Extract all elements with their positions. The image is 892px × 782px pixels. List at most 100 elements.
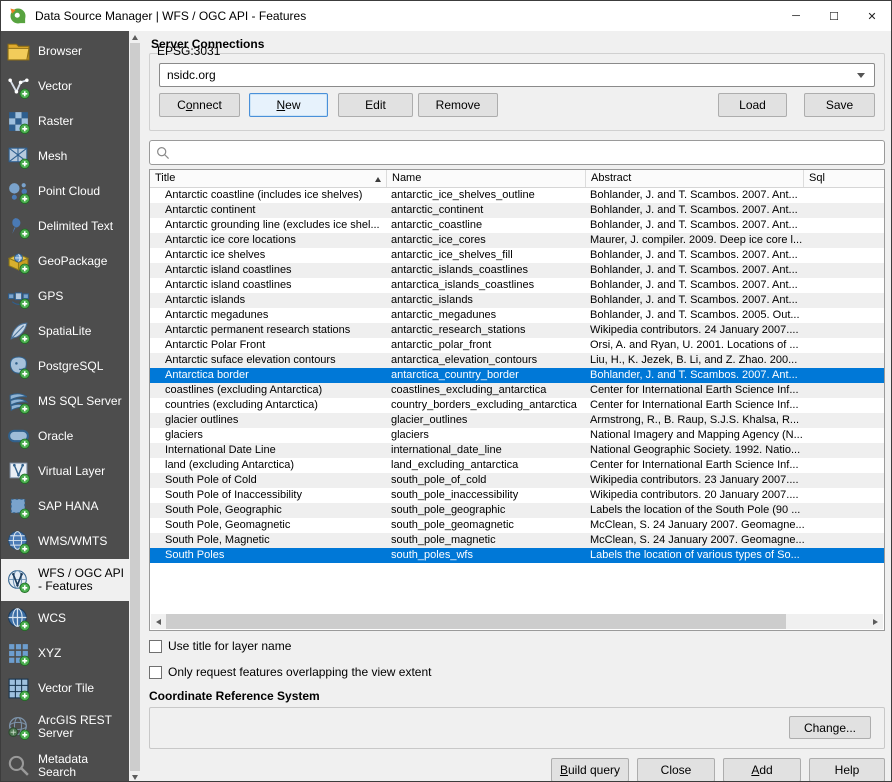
cell-sql [804, 263, 884, 278]
data-source-manager-window: Data Source Manager | WFS / OGC API - Fe… [0, 0, 892, 782]
edit-button[interactable]: Edit [338, 93, 413, 117]
table-row[interactable]: South Pole, Magneticsouth_pole_magneticM… [150, 533, 884, 548]
cell-title: Antarctic megadunes [150, 308, 387, 323]
table-scrollbar-thumb[interactable] [166, 614, 786, 629]
sidebar-item-sap-hana[interactable]: SAP HANA [1, 489, 129, 524]
table-row[interactable]: South Pole, Geographicsouth_pole_geograp… [150, 503, 884, 518]
cell-name: glacier_outlines [387, 413, 586, 428]
close-window-button[interactable]: ✕ [853, 1, 891, 31]
sidebar-item-vector[interactable]: Vector [1, 69, 129, 104]
sidebar-scrollbar-thumb[interactable] [130, 43, 140, 771]
sidebar-item-xyz[interactable]: XYZ [1, 636, 129, 671]
minimize-button[interactable]: ─ [777, 1, 815, 31]
sidebar-item-label: WCS [38, 612, 66, 625]
crs-change-button[interactable]: Change... [789, 716, 871, 739]
help-button[interactable]: Help [809, 758, 885, 782]
oracle-icon [6, 424, 31, 449]
vector-icon [6, 74, 31, 99]
sidebar-item-vector-tile[interactable]: Vector Tile [1, 671, 129, 706]
scroll-down-icon[interactable] [129, 771, 141, 782]
sidebar-item-ms-sql-server[interactable]: MS SQL Server [1, 384, 129, 419]
remove-button[interactable]: Remove [418, 93, 498, 117]
sidebar-scrollbar[interactable] [129, 31, 141, 782]
table-row[interactable]: South Pole, Geomagneticsouth_pole_geomag… [150, 518, 884, 533]
cell-abstract: Bohlander, J. and T. Scambos. 2007. Ant.… [586, 188, 804, 203]
sidebar-item-oracle[interactable]: Oracle [1, 419, 129, 454]
table-row[interactable]: Antarctic island coastlinesantarctic_isl… [150, 263, 884, 278]
build-query-button[interactable]: Build query [551, 758, 629, 782]
scroll-left-icon[interactable] [151, 614, 166, 629]
table-row[interactable]: Antarctic megadunesantarctic_megadunesBo… [150, 308, 884, 323]
sidebar-item-label: MS SQL Server [38, 395, 122, 408]
scroll-up-icon[interactable] [129, 31, 141, 43]
table-row[interactable]: Antarctica borderantarctica_country_bord… [150, 368, 884, 383]
table-row[interactable]: South Pole of Inaccessibilitysouth_pole_… [150, 488, 884, 503]
column-header-sql[interactable]: Sql [804, 170, 884, 187]
search-input[interactable] [170, 141, 884, 164]
connection-selected-value: nsidc.org [167, 68, 857, 82]
scroll-right-icon[interactable] [868, 614, 883, 629]
connect-button[interactable]: Connect [159, 93, 240, 117]
table-row[interactable]: Antarctic ice core locationsantarctic_ic… [150, 233, 884, 248]
table-row[interactable]: countries (excluding Antarctica)country_… [150, 398, 884, 413]
table-row[interactable]: Antarctic grounding line (excludes ice s… [150, 218, 884, 233]
save-button[interactable]: Save [804, 93, 875, 117]
sidebar-item-geopackage[interactable]: GeoPackage [1, 244, 129, 279]
sidebar-item-wfs-ogc-api-features[interactable]: WFS / OGC API - Features [1, 559, 129, 601]
sidebar-item-label: WMS/WMTS [38, 535, 107, 548]
close-button[interactable]: Close [637, 758, 715, 782]
table-row[interactable]: Antarctic island coastlinesantarctica_is… [150, 278, 884, 293]
maximize-button[interactable]: ☐ [815, 1, 853, 31]
xyz-icon [6, 641, 31, 666]
table-row[interactable]: glaciersglaciersNational Imagery and Map… [150, 428, 884, 443]
sidebar-item-label: GeoPackage [38, 255, 107, 268]
column-header-abstract[interactable]: Abstract [586, 170, 804, 187]
overlap-extent-checkbox[interactable] [149, 666, 162, 679]
sidebar-item-spatialite[interactable]: SpatiaLite [1, 314, 129, 349]
table-horizontal-scrollbar[interactable] [151, 614, 883, 629]
table-row[interactable]: Antarctic permanent research stationsant… [150, 323, 884, 338]
table-row[interactable]: coastlines (excluding Antarctica)coastli… [150, 383, 884, 398]
sidebar-item-label: Metadata Search [38, 753, 127, 779]
load-button[interactable]: Load [718, 93, 787, 117]
table-row[interactable]: Antarctic islandsantarctic_islandsBohlan… [150, 293, 884, 308]
cell-title: South Pole of Cold [150, 473, 387, 488]
table-row[interactable]: International Date Lineinternational_dat… [150, 443, 884, 458]
table-row[interactable]: Antarctic coastline (includes ice shelve… [150, 188, 884, 203]
geopackage-icon [6, 249, 31, 274]
sidebar-item-delimited-text[interactable]: Delimited Text [1, 209, 129, 244]
cell-sql [804, 443, 884, 458]
table-row[interactable]: land (excluding Antarctica)land_excludin… [150, 458, 884, 473]
table-row[interactable]: South Pole of Coldsouth_pole_of_coldWiki… [150, 473, 884, 488]
sidebar-item-postgresql[interactable]: PostgreSQL [1, 349, 129, 384]
cell-name: antarctic_ice_shelves_fill [387, 248, 586, 263]
cell-sql [804, 473, 884, 488]
sidebar-item-arcgis-rest-server[interactable]: ArcGIS REST Server [1, 706, 129, 748]
column-header-name[interactable]: Name [387, 170, 586, 187]
sidebar-item-virtual-layer[interactable]: Virtual Layer [1, 454, 129, 489]
cell-sql [804, 278, 884, 293]
sidebar-item-wcs[interactable]: WCS [1, 601, 129, 636]
cell-title: Antarctic grounding line (excludes ice s… [150, 218, 387, 233]
use-title-checkbox[interactable] [149, 640, 162, 653]
sidebar-item-raster[interactable]: Raster [1, 104, 129, 139]
sidebar-item-wms-wmts[interactable]: WMS/WMTS [1, 524, 129, 559]
cell-sql [804, 518, 884, 533]
column-header-title[interactable]: Title [150, 170, 387, 187]
cell-name: antarctic_islands_coastlines [387, 263, 586, 278]
cell-abstract: Center for International Earth Science I… [586, 458, 804, 473]
sidebar-item-point-cloud[interactable]: Point Cloud [1, 174, 129, 209]
connection-select[interactable]: nsidc.org [159, 63, 875, 87]
table-row[interactable]: Antarctic continentantarctic_continentBo… [150, 203, 884, 218]
new-button[interactable]: New [249, 93, 328, 117]
table-row[interactable]: South Polessouth_poles_wfsLabels the loc… [150, 548, 884, 563]
sidebar-item-mesh[interactable]: Mesh [1, 139, 129, 174]
add-button[interactable]: Add [723, 758, 801, 782]
table-row[interactable]: Antarctic suface elevation contoursantar… [150, 353, 884, 368]
sidebar-item-browser[interactable]: Browser [1, 34, 129, 69]
sidebar-item-metadata-search[interactable]: Metadata Search [1, 748, 129, 782]
table-row[interactable]: Antarctic ice shelvesantarctic_ice_shelv… [150, 248, 884, 263]
table-row[interactable]: glacier outlinesglacier_outlinesArmstron… [150, 413, 884, 428]
sidebar-item-gps[interactable]: GPS [1, 279, 129, 314]
table-row[interactable]: Antarctic Polar Frontantarctic_polar_fro… [150, 338, 884, 353]
